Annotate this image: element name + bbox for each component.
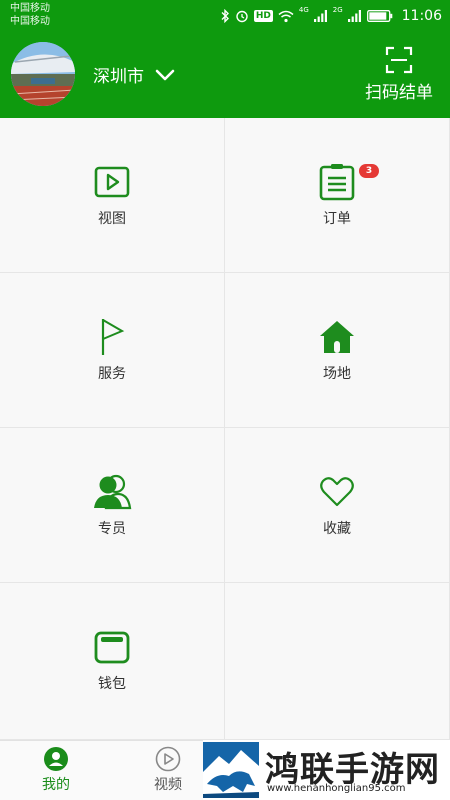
- heart-icon: [317, 472, 357, 512]
- play-circle-icon: [155, 746, 181, 772]
- status-time: 11:06: [401, 8, 442, 24]
- bluetooth-icon: [221, 9, 229, 23]
- hd-badge: HD: [253, 10, 273, 22]
- grid-item-label: 专员: [98, 521, 126, 537]
- battery-icon: [366, 10, 392, 22]
- grid-item-label: 场地: [323, 366, 351, 382]
- app-header: 中国移动 中国移动 HD 4G 2G 11:06 深圳市 扫码结单: [0, 0, 450, 118]
- scan-checkout-button[interactable]: 扫码结单: [360, 46, 438, 104]
- watermark-banner: 鸿联手游网 www.henanhonglian95.com: [203, 740, 450, 800]
- grid-item-label: 服务: [98, 366, 126, 382]
- grid-item-service[interactable]: 服务: [0, 273, 225, 428]
- user-icon: [44, 747, 68, 771]
- clipboard-list-icon: [317, 162, 357, 202]
- avatar-image: [11, 42, 75, 106]
- chevron-down-icon: [155, 69, 175, 80]
- watermark-logo: [203, 742, 259, 798]
- network-type-label: 2G: [332, 6, 343, 14]
- city-label: 深圳市: [93, 67, 144, 87]
- grid-item-label: 视图: [98, 211, 126, 227]
- grid-item-view[interactable]: 视图: [0, 118, 225, 273]
- grid-item-label: 订单: [323, 211, 351, 227]
- grid-item-specialist[interactable]: 专员: [0, 428, 225, 583]
- users-icon: [92, 472, 132, 512]
- grid-item-empty: [225, 583, 450, 740]
- flag-icon: [92, 317, 132, 357]
- signal-icon: [313, 10, 327, 22]
- grid-item-label: 收藏: [323, 521, 351, 537]
- video-play-icon: [92, 162, 132, 202]
- status-icons: HD 4G 2G 11:06: [220, 6, 442, 26]
- grid-item-venue[interactable]: 场地: [225, 273, 450, 428]
- wifi-icon: [278, 10, 294, 22]
- grid-item-favorites[interactable]: 收藏: [225, 428, 450, 583]
- grid-item-label: 钱包: [98, 676, 126, 692]
- network-type-label: 4G: [298, 6, 309, 14]
- tab-label: 我的: [42, 777, 70, 793]
- signal-icon: [347, 10, 361, 22]
- feature-grid: 视图 订单 服务 场地 专员 收藏 钱包: [0, 118, 450, 740]
- wallet-icon: [92, 627, 132, 667]
- home-icon: [317, 317, 357, 357]
- grid-item-wallet[interactable]: 钱包: [0, 583, 225, 740]
- carrier-label: 中国移动: [10, 3, 50, 14]
- avatar[interactable]: [11, 42, 75, 106]
- watermark-url: www.henanhonglian95.com: [267, 783, 406, 794]
- grid-item-orders[interactable]: 订单: [225, 118, 450, 273]
- carrier-label: 中国移动: [10, 16, 50, 27]
- status-bar: 中国移动 中国移动 HD 4G 2G 11:06: [0, 0, 450, 32]
- scan-label: 扫码结单: [365, 83, 433, 103]
- tab-mine[interactable]: 我的: [0, 741, 112, 800]
- scan-icon: [385, 46, 413, 74]
- city-selector[interactable]: 深圳市: [93, 62, 176, 87]
- alarm-icon: [236, 10, 248, 23]
- orders-count-badge: 3: [359, 164, 379, 178]
